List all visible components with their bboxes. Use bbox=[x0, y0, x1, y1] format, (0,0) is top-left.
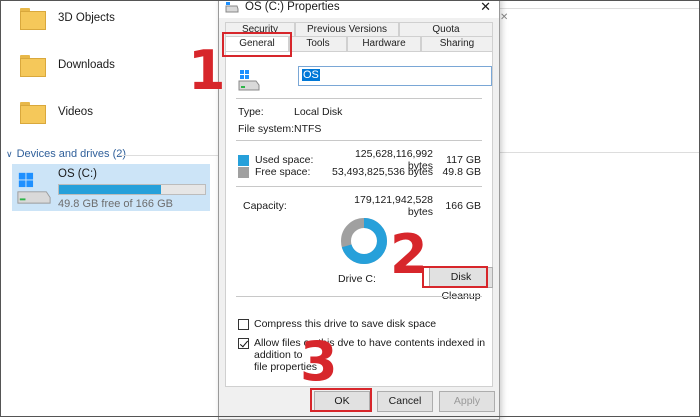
dialog-titlebar: OS (C:) Properties ✕ bbox=[219, 0, 499, 18]
explorer-item-label: Downloads bbox=[58, 59, 115, 71]
folder-icon bbox=[20, 8, 46, 30]
free-space-row: Free space: 53,493,825,536 bytes 49.8 GB bbox=[238, 166, 481, 178]
disk-cleanup-button[interactable]: Disk Cleanup bbox=[429, 267, 493, 302]
index-option[interactable]: Allow files on this dve to have contents… bbox=[238, 337, 492, 373]
explorer-item-label: 3D Objects bbox=[58, 12, 115, 24]
section-divider-right bbox=[498, 152, 700, 153]
drive-icon bbox=[225, 2, 239, 13]
step-number-2: 2 bbox=[390, 223, 428, 286]
free-space-swatch bbox=[238, 166, 249, 178]
tab-tools[interactable]: Tools bbox=[289, 36, 347, 51]
step-number-3: 3 bbox=[300, 330, 338, 393]
free-space-label: Free space: bbox=[255, 166, 311, 178]
tab-quota[interactable]: Quota bbox=[399, 22, 493, 36]
windows-drive-icon bbox=[238, 70, 260, 91]
explorer-item-label: Videos bbox=[58, 106, 93, 118]
drive-tile-c[interactable]: OS (C:) 49.8 GB free of 166 GB bbox=[12, 164, 210, 211]
drive-usage-bar bbox=[58, 184, 206, 195]
free-space-bytes: 53,493,825,536 bytes bbox=[331, 166, 433, 178]
filesystem-value: NTFS bbox=[294, 123, 322, 135]
windows-drive-icon bbox=[17, 172, 51, 204]
step-number-1: 1 bbox=[188, 39, 226, 102]
drive-free-text: 49.8 GB free of 166 GB bbox=[58, 198, 173, 210]
drive-name-value: OS bbox=[302, 69, 320, 81]
capacity-bytes: 179,121,942,528 bytes bbox=[354, 194, 433, 218]
index-checkbox[interactable] bbox=[238, 338, 249, 349]
filesystem-label: File system: bbox=[238, 123, 295, 135]
devices-header-label: Devices and drives (2) bbox=[16, 148, 127, 160]
capacity-row: Capacity: 179,121,942,528 bytes 166 GB bbox=[238, 194, 481, 218]
explorer-item-downloads[interactable]: Downloads bbox=[20, 55, 115, 77]
apply-button[interactable]: Apply bbox=[439, 391, 495, 412]
dialog-title: OS (C:) Properties bbox=[245, 1, 340, 13]
drive-label-row: Drive C: bbox=[338, 273, 376, 285]
devices-section-header[interactable]: ∨ Devices and drives (2) bbox=[6, 148, 126, 160]
column-divider bbox=[498, 8, 700, 9]
explorer-item-3d-objects[interactable]: 3D Objects bbox=[20, 8, 115, 30]
tab-row-top: Security Previous Versions Quota bbox=[225, 22, 493, 36]
divider bbox=[236, 186, 482, 187]
properties-dialog: OS (C:) Properties ✕ Security Previous V… bbox=[218, 0, 500, 420]
type-label: Type: bbox=[238, 106, 264, 118]
compress-label: Compress this drive to save disk space bbox=[254, 318, 437, 330]
drive-name-input[interactable]: OS bbox=[298, 66, 492, 86]
capacity-label: Capacity: bbox=[243, 200, 287, 212]
ok-button[interactable]: OK bbox=[314, 391, 370, 412]
cancel-button[interactable]: Cancel bbox=[377, 391, 433, 412]
section-divider bbox=[118, 155, 218, 156]
free-space-gb: 49.8 GB bbox=[442, 166, 481, 178]
tab-row-bottom: General Tools Hardware Sharing bbox=[225, 36, 493, 52]
used-space-swatch bbox=[238, 154, 249, 166]
close-icon[interactable]: ✕ bbox=[480, 0, 491, 15]
tab-hardware[interactable]: Hardware bbox=[347, 36, 421, 51]
compress-checkbox[interactable] bbox=[238, 318, 249, 330]
chevron-down-icon: ∨ bbox=[6, 148, 13, 159]
tab-previous-versions[interactable]: Previous Versions bbox=[295, 22, 399, 36]
used-space-label: Used space: bbox=[255, 154, 314, 166]
disk-usage-donut-chart bbox=[341, 218, 387, 264]
divider bbox=[236, 98, 482, 99]
filesystem-row: File system: NTFS bbox=[238, 123, 321, 135]
tab-general[interactable]: General bbox=[225, 36, 289, 52]
tab-security[interactable]: Security bbox=[225, 22, 295, 36]
divider bbox=[236, 296, 482, 297]
divider bbox=[236, 140, 482, 141]
drive-c-label: Drive C: bbox=[338, 273, 376, 285]
downloads-folder-icon bbox=[20, 55, 46, 77]
used-space-gb: 117 GB bbox=[446, 154, 481, 166]
drive-name: OS (C:) bbox=[58, 168, 97, 180]
capacity-gb: 166 GB bbox=[445, 200, 481, 212]
general-tab-panel: OS Type: Local Disk File system: NTFS Us… bbox=[225, 51, 493, 387]
type-row: Type: Local Disk bbox=[238, 106, 342, 118]
explorer-item-videos[interactable]: Videos bbox=[20, 102, 93, 124]
videos-folder-icon bbox=[20, 102, 46, 124]
drive-usage-fill bbox=[59, 185, 162, 194]
tab-sharing[interactable]: Sharing bbox=[421, 36, 493, 51]
type-value: Local Disk bbox=[294, 106, 343, 118]
close-icon[interactable]: ✕ bbox=[500, 12, 508, 23]
compress-option[interactable]: Compress this drive to save disk space bbox=[238, 318, 436, 330]
